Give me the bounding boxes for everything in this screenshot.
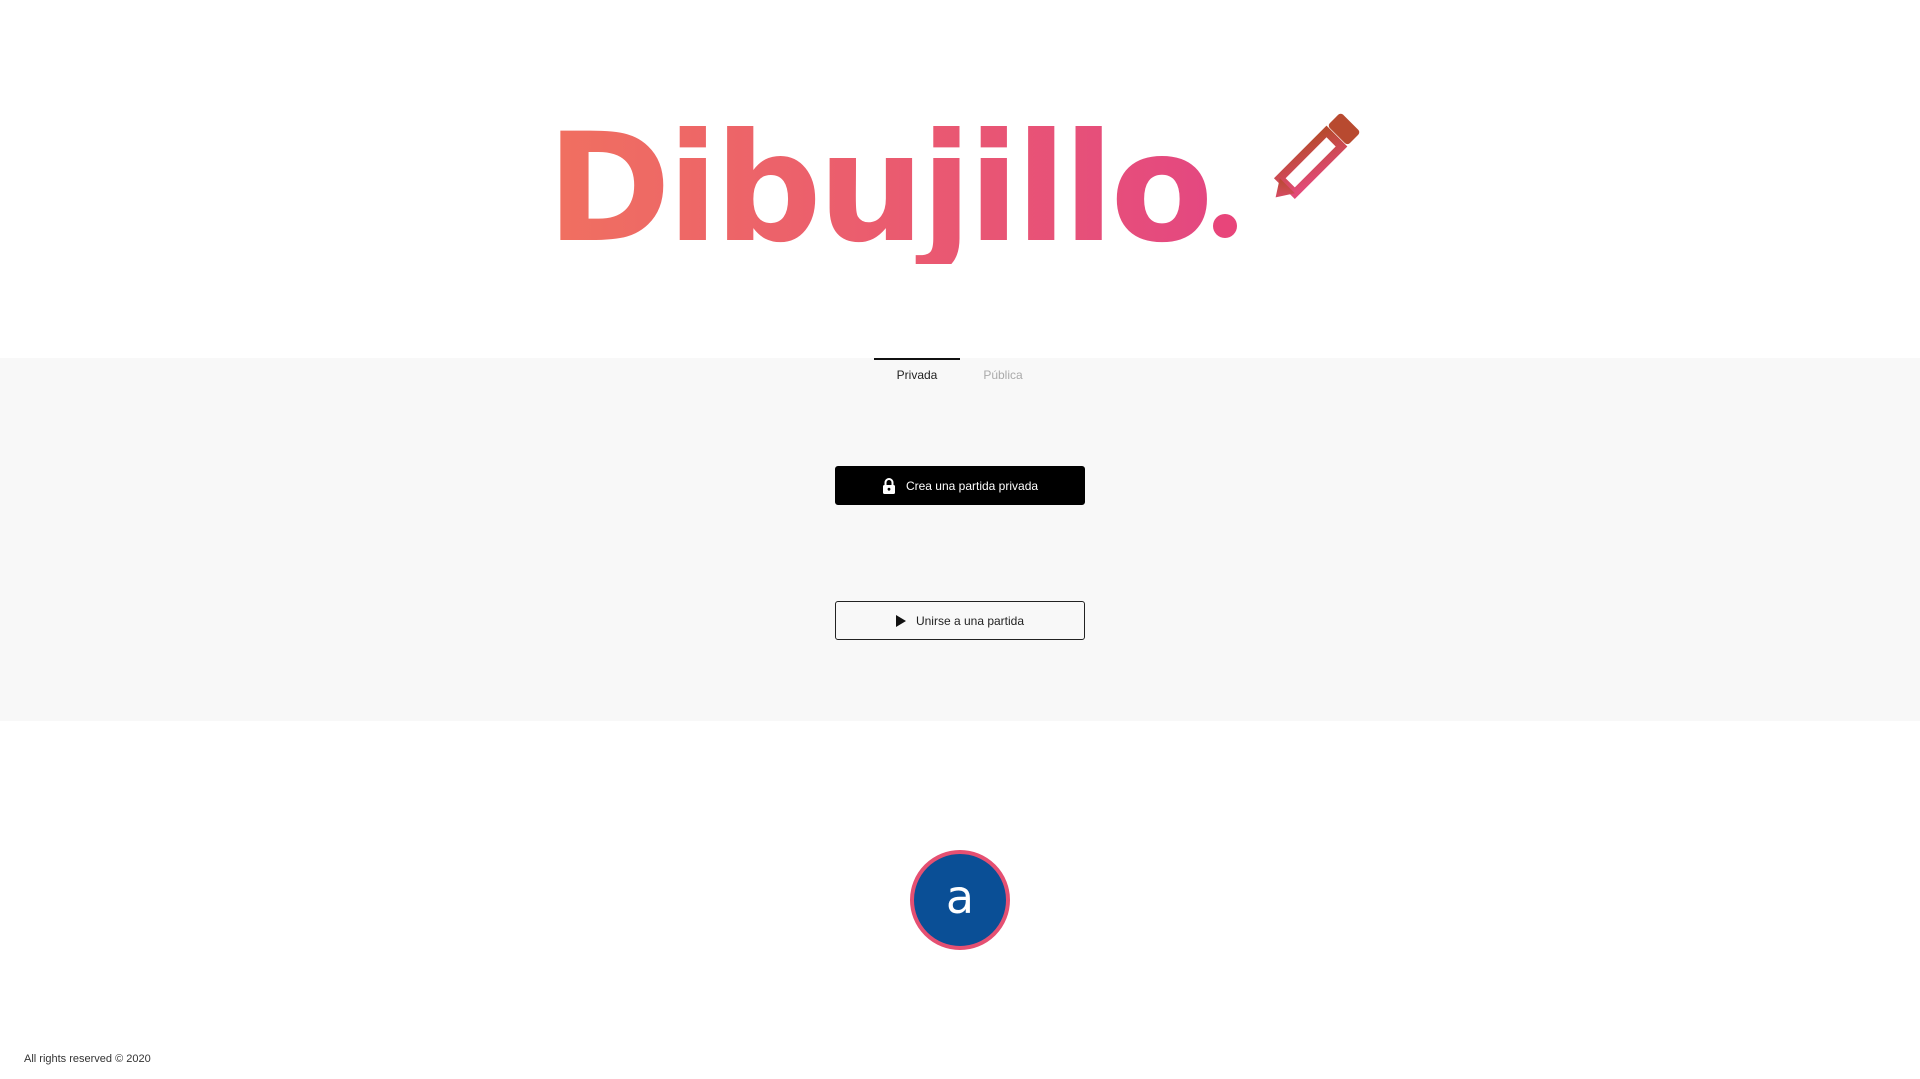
logo-dot — [1213, 214, 1238, 238]
pencil-icon — [1274, 113, 1360, 200]
game-panel: Privada Pública Crea una partida privada… — [0, 358, 1920, 721]
create-private-game-label: Crea una partida privada — [905, 478, 1039, 493]
avatar-letter: a — [945, 870, 975, 924]
footer-copyright: All rights reserved © 2020 — [24, 1053, 151, 1065]
page: Dibujillo Privada Pública Crea una parti… — [0, 0, 1920, 1079]
join-game-label: Unirse a una partida — [915, 613, 1025, 628]
lock-icon — [882, 477, 896, 494]
tab-privada[interactable]: Privada — [874, 358, 960, 386]
create-private-game-button[interactable]: Crea una partida privada — [835, 466, 1085, 505]
logo-text: Dibujillo — [546, 102, 1214, 276]
join-game-button[interactable]: Unirse a una partida — [835, 601, 1085, 640]
user-avatar[interactable]: a — [910, 850, 1010, 950]
play-icon — [895, 614, 906, 627]
logo: Dibujillo — [0, 100, 1920, 264]
tab-publica[interactable]: Pública — [960, 358, 1046, 386]
logo-wordmark: Dibujillo — [547, 100, 1374, 264]
game-type-tabs: Privada Pública — [874, 358, 1046, 386]
